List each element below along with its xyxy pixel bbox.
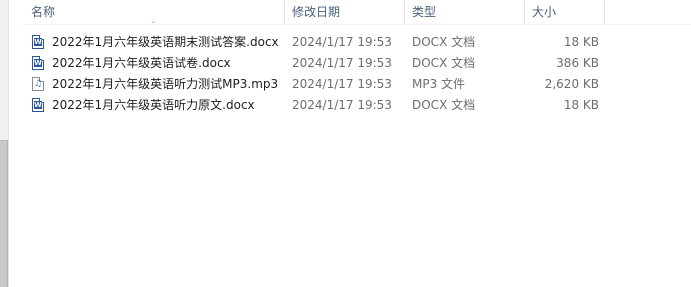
file-name[interactable]: 2022年1月六年级英语听力原文.docx — [52, 95, 255, 116]
file-size: 386 KB — [556, 56, 599, 70]
word-document-icon: W — [32, 98, 44, 112]
file-modified: 2024/1/17 19:53 — [292, 56, 392, 70]
file-name[interactable]: 2022年1月六年级英语试卷.docx — [52, 53, 231, 74]
column-header-size[interactable]: 大小 — [524, 0, 604, 24]
sort-caret-icon: ⌃ — [150, 20, 157, 29]
file-row[interactable]: ♫ 2022年1月六年级英语听力测试MP3.mp3 2024/1/17 19:5… — [23, 74, 691, 95]
file-explorer-list: 名称 修改日期 类型 大小 ⌃ W 2022年1月六年级英语期末测试答案.doc… — [0, 0, 691, 287]
column-header-type[interactable]: 类型 — [404, 0, 524, 24]
navigation-pane-scrollbar[interactable] — [0, 0, 9, 287]
word-document-icon: W — [32, 56, 44, 70]
file-row[interactable]: W 2022年1月六年级英语期末测试答案.docx 2024/1/17 19:5… — [23, 32, 691, 53]
file-type: DOCX 文档 — [412, 56, 476, 70]
file-type: DOCX 文档 — [412, 98, 476, 112]
file-row[interactable]: W 2022年1月六年级英语听力原文.docx 2024/1/17 19:53 … — [23, 95, 691, 116]
file-list: W 2022年1月六年级英语期末测试答案.docx 2024/1/17 19:5… — [23, 32, 691, 116]
file-type: MP3 文件 — [412, 77, 466, 91]
word-document-icon: W — [32, 35, 44, 49]
file-name[interactable]: 2022年1月六年级英语期末测试答案.docx — [52, 32, 279, 53]
file-size: 18 KB — [563, 35, 599, 49]
file-size: 18 KB — [563, 98, 599, 112]
column-header-modified[interactable]: 修改日期 — [284, 0, 404, 24]
file-modified: 2024/1/17 19:53 — [292, 98, 392, 112]
column-divider[interactable] — [604, 0, 605, 24]
file-type: DOCX 文档 — [412, 35, 476, 49]
column-header-bar: 名称 修改日期 类型 大小 — [23, 0, 691, 25]
file-modified: 2024/1/17 19:53 — [292, 35, 392, 49]
file-name[interactable]: 2022年1月六年级英语听力测试MP3.mp3 — [52, 74, 278, 95]
file-row[interactable]: W 2022年1月六年级英语试卷.docx 2024/1/17 19:53 DO… — [23, 53, 691, 74]
file-modified: 2024/1/17 19:53 — [292, 77, 392, 91]
file-size: 2,620 KB — [544, 77, 599, 91]
scrollbar-thumb[interactable] — [0, 140, 8, 287]
audio-file-icon: ♫ — [32, 77, 44, 91]
